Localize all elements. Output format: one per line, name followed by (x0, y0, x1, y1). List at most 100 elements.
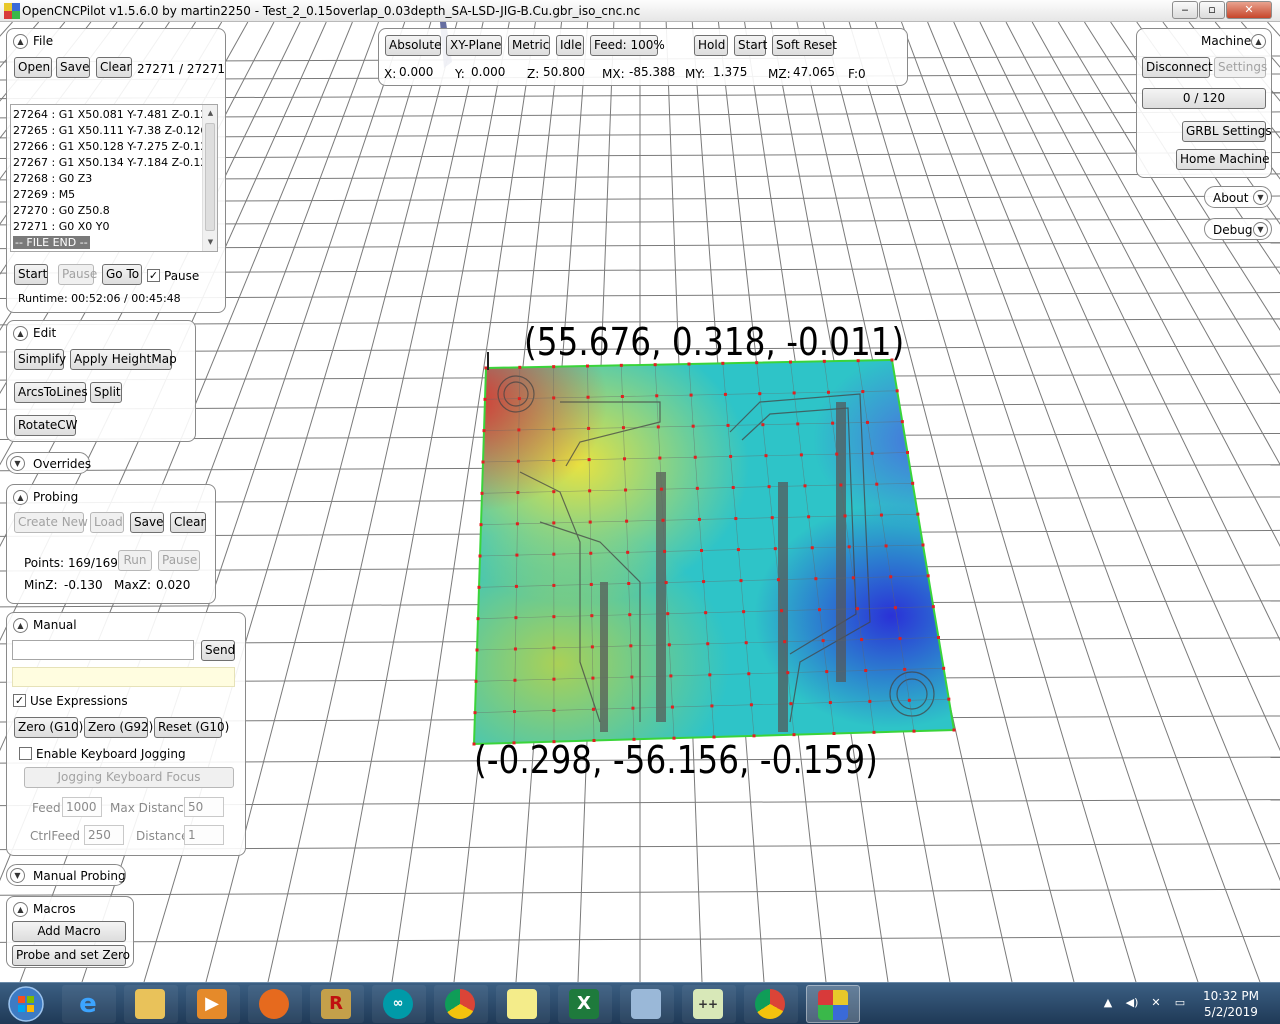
collapse-macros-icon[interactable]: ▲ (13, 902, 28, 917)
close-button[interactable]: ✕ (1226, 1, 1272, 19)
overrides-expander[interactable]: ▼ Overrides (6, 452, 91, 474)
list-item[interactable]: 27267 : G1 X50.134 Y-7.184 Z-0.125 (13, 156, 214, 169)
list-item[interactable]: 27271 : G0 X0 Y0 (13, 220, 109, 233)
disconnect-button[interactable]: Disconnect (1142, 57, 1213, 78)
apply-heightmap-button[interactable]: Apply HeightMap (70, 349, 177, 370)
taskbar-notes[interactable] (620, 985, 674, 1023)
distance-input[interactable]: 1 (184, 825, 224, 845)
file-panel-title: File (33, 34, 54, 48)
collapse-file-icon[interactable]: ▲ (13, 34, 28, 49)
scroll-down-icon[interactable]: ▼ (205, 237, 216, 248)
action-center-icon[interactable]: ▭ (1172, 995, 1188, 1011)
expand-about-icon[interactable]: ▼ (1253, 190, 1268, 205)
max-distance-input[interactable]: 50 (184, 797, 224, 817)
taskbar-sticky-notes[interactable] (496, 985, 550, 1023)
hold-button[interactable]: Hold (694, 35, 728, 56)
zero-g92-button[interactable]: Zero (G92) (84, 717, 153, 738)
about-expander[interactable]: About ▼ (1204, 186, 1272, 208)
list-item[interactable]: 27265 : G1 X50.111 Y-7.38 Z-0.126 (13, 124, 207, 137)
metric-button[interactable]: Metric (508, 35, 550, 56)
tray-show-hidden-icon[interactable]: ▲ (1100, 995, 1116, 1011)
collapse-manual-icon[interactable]: ▲ (13, 618, 28, 633)
taskbar-media[interactable]: ▶ (186, 985, 240, 1023)
scrollbar[interactable]: ▲ ▼ (202, 105, 217, 251)
create-new-button[interactable]: Create New (14, 512, 88, 533)
split-button[interactable]: Split (90, 382, 122, 403)
feed-override-button[interactable]: Feed: 100% (590, 35, 665, 56)
collapse-edit-icon[interactable]: ▲ (13, 326, 28, 341)
start-button[interactable] (6, 985, 46, 1023)
feed-input[interactable]: 1000 (62, 797, 102, 817)
probing-save-button[interactable]: Save (130, 512, 164, 533)
scroll-up-icon[interactable]: ▲ (205, 108, 216, 119)
keyboard-jogging-checkbox[interactable] (19, 747, 32, 760)
taskbar-chrome-2[interactable] (744, 985, 798, 1023)
reset-g10-button[interactable]: Reset (G10) (154, 717, 229, 738)
max-distance-label: Max Distance (110, 801, 192, 815)
taskbar-chrome[interactable] (434, 985, 488, 1023)
probe-and-set-zero-button[interactable]: Probe and set Zero (12, 945, 130, 966)
probe-run-button[interactable]: Run (118, 550, 152, 571)
send-button[interactable]: Send (201, 640, 235, 661)
collapse-machine-icon[interactable]: ▲ (1251, 34, 1266, 49)
taskbar-editor[interactable]: ++ (682, 985, 736, 1023)
simplify-button[interactable]: Simplify (14, 349, 66, 370)
probing-clear-button[interactable]: Clear (170, 512, 206, 533)
debug-expander[interactable]: Debug ▼ (1204, 218, 1272, 240)
add-macro-button[interactable]: Add Macro (12, 921, 126, 942)
gcode-list[interactable]: 27264 : G1 X50.081 Y-7.481 Z-0.126 27265… (10, 104, 218, 252)
my-position: 1.375 (713, 65, 748, 79)
taskbar-arduino[interactable]: ∞ (372, 985, 426, 1023)
editor-app-icon: ++ (693, 989, 723, 1019)
minimize-button[interactable]: ‒ (1172, 1, 1198, 19)
goto-button[interactable]: Go To (102, 264, 142, 285)
taskbar-r-app[interactable]: R (310, 985, 364, 1023)
pause-checkbox[interactable]: ✓ (147, 269, 160, 282)
taskbar-firefox[interactable] (248, 985, 302, 1023)
use-expressions-checkbox[interactable]: ✓ (13, 694, 26, 707)
open-button[interactable]: Open (14, 57, 52, 78)
file-pause-button[interactable]: Pause (58, 264, 97, 285)
taskbar-excel[interactable]: X (558, 985, 612, 1023)
expand-manual-probing-icon[interactable]: ▼ (10, 868, 25, 883)
soft-reset-button[interactable]: Soft Reset (772, 35, 837, 56)
absolute-button[interactable]: Absolute (385, 35, 441, 56)
load-button[interactable]: Load (90, 512, 124, 533)
save-button[interactable]: Save (56, 57, 90, 78)
volume-icon[interactable]: ◀) (1124, 995, 1140, 1011)
arcs-to-lines-button[interactable]: ArcsToLines (14, 382, 88, 403)
network-icon[interactable]: ✕ (1148, 995, 1164, 1011)
expand-debug-icon[interactable]: ▼ (1253, 222, 1268, 237)
ctrlfeed-input[interactable]: 250 (84, 825, 124, 845)
mz-position: 47.065 (793, 65, 835, 79)
expand-overrides-icon[interactable]: ▼ (10, 456, 25, 471)
zero-g10-button[interactable]: Zero (G10) (14, 717, 83, 738)
buffer-status: 0 / 120 (1142, 88, 1266, 109)
maximize-button[interactable]: ▫ (1199, 1, 1225, 19)
taskbar-opencncpilot[interactable] (806, 985, 860, 1023)
jogging-focus-button[interactable]: Jogging Keyboard Focus (24, 767, 234, 788)
collapse-probing-icon[interactable]: ▲ (13, 490, 28, 505)
clock-time[interactable]: 10:32 PM (1196, 989, 1266, 1003)
scroll-thumb[interactable] (205, 123, 215, 231)
manual-command-input[interactable] (12, 640, 194, 660)
list-item[interactable]: 27269 : M5 (13, 188, 75, 201)
grbl-settings-button[interactable]: GRBL Settings (1182, 121, 1272, 142)
taskbar-explorer[interactable] (124, 985, 178, 1023)
clock-date[interactable]: 5/2/2019 (1196, 1005, 1266, 1019)
list-item[interactable]: 27266 : G1 X50.128 Y-7.275 Z-0.126 (13, 140, 214, 153)
home-machine-button[interactable]: Home Machine (1176, 149, 1269, 170)
probe-pause-button[interactable]: Pause (158, 550, 200, 571)
file-start-button[interactable]: Start (14, 264, 48, 285)
manual-probing-expander[interactable]: ▼ Manual Probing (6, 864, 126, 886)
clear-button[interactable]: Clear (96, 57, 132, 78)
list-item[interactable]: 27264 : G1 X50.081 Y-7.481 Z-0.126 (13, 108, 214, 121)
machine-start-button[interactable]: Start (734, 35, 767, 56)
list-item[interactable]: 27268 : G0 Z3 (13, 172, 92, 185)
rotate-cw-button[interactable]: RotateCW (14, 415, 78, 436)
list-item[interactable]: 27270 : G0 Z50.8 (13, 204, 110, 217)
settings-button[interactable]: Settings (1214, 57, 1267, 78)
xy-plane-button[interactable]: XY-Plane (446, 35, 502, 56)
taskbar-ie[interactable]: e (62, 985, 116, 1023)
list-item-selected[interactable]: -- FILE END -- (13, 236, 90, 249)
